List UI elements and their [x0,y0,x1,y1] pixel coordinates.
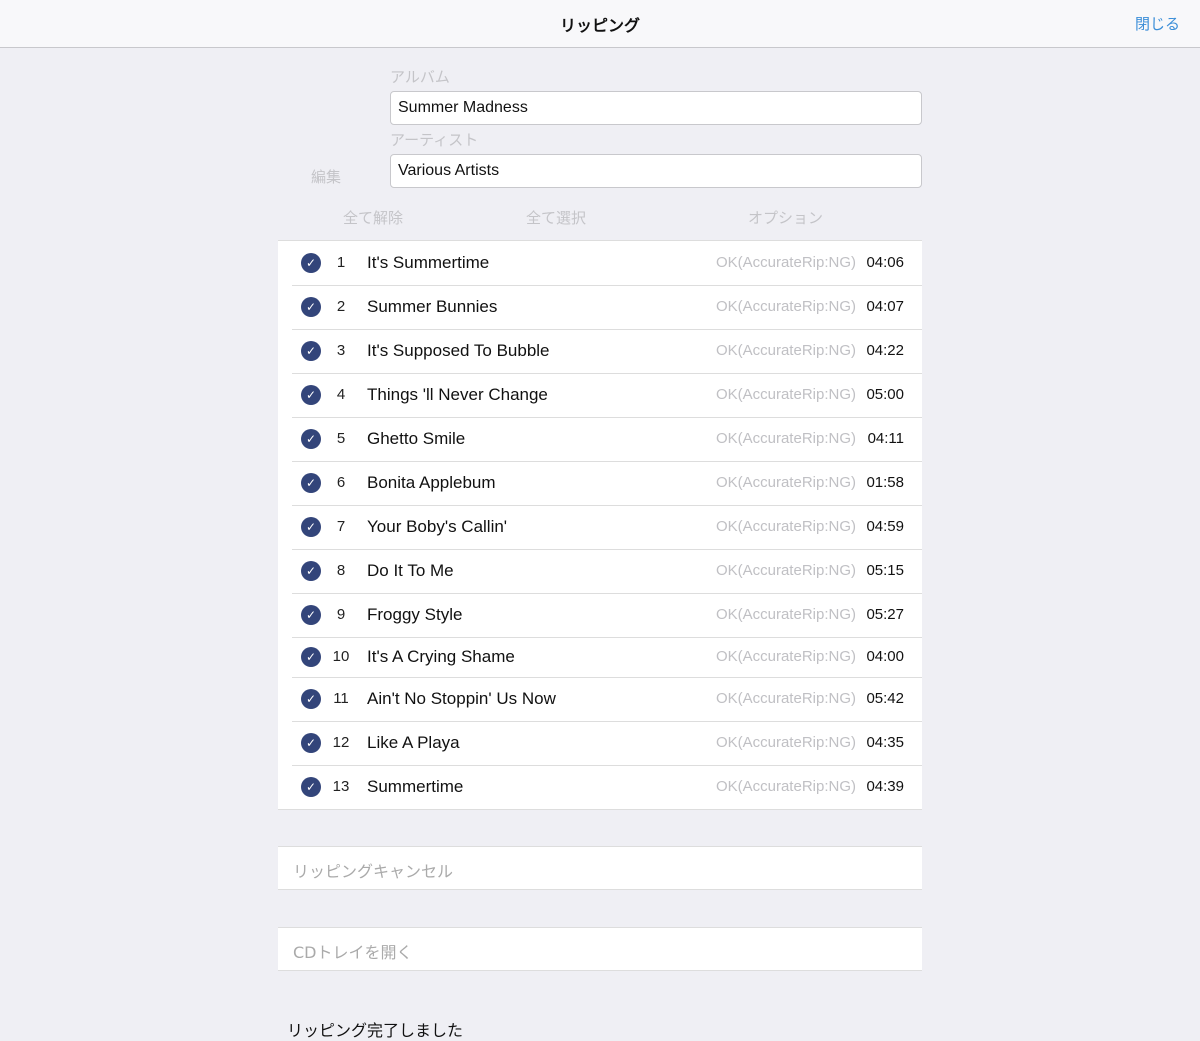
rip-status: OK(AccurateRip:NG) [715,342,856,359]
rip-status: OK(AccurateRip:NG) [715,474,856,491]
checkmark-icon[interactable]: ✓ [301,561,321,581]
track-number: 8 [336,562,346,579]
track-title: Bonita Applebum [367,473,496,492]
track-number: 1 [336,254,346,271]
track-number: 6 [336,474,346,491]
checkmark-icon[interactable]: ✓ [301,385,321,405]
track-title: Ghetto Smile [367,429,466,448]
track-duration: 04:59 [866,518,904,535]
track-number: 13 [332,778,350,795]
track-title: It's Supposed To Bubble [367,341,550,360]
track-row[interactable]: ✓ 4 Things 'll Never Change OK(AccurateR… [278,373,922,417]
track-title: Summer Bunnies [367,297,498,316]
rip-status: OK(AccurateRip:NG) [715,690,856,707]
album-label: アルバム [390,68,450,86]
track-row[interactable]: ✓ 7 Your Boby's Callin' OK(AccurateRip:N… [278,505,922,549]
select-all-button[interactable]: 全て選択 [526,207,586,228]
track-row[interactable]: ✓ 8 Do It To Me OK(AccurateRip:NG) 05:15 [278,549,922,593]
rip-status: OK(AccurateRip:NG) [715,518,856,535]
track-duration: 04:06 [866,254,904,271]
track-number: 11 [333,690,349,707]
navigation-bar: リッピング 閉じる [0,0,1200,48]
cancel-ripping-button[interactable]: リッピングキャンセル [278,846,922,890]
track-title: Do It To Me [367,561,454,580]
track-duration: 01:58 [866,474,904,491]
open-cd-tray-button[interactable]: CDトレイを開く [278,927,922,971]
track-title: Froggy Style [367,605,463,624]
track-title: Your Boby's Callin' [367,517,508,536]
track-duration: 05:00 [866,386,904,403]
rip-status: OK(AccurateRip:NG) [715,778,856,795]
track-row[interactable]: ✓ 5 Ghetto Smile OK(AccurateRip:NG) 04:1… [278,417,922,461]
album-field[interactable] [390,91,922,125]
track-title: Ain't No Stoppin' Us Now [367,689,556,708]
page-title: リッピング [559,16,640,35]
checkmark-icon[interactable]: ✓ [301,517,321,537]
checkmark-icon[interactable]: ✓ [301,733,321,753]
track-row[interactable]: ✓ 3 It's Supposed To Bubble OK(AccurateR… [278,329,922,373]
track-title: Summertime [367,777,464,796]
track-number: 4 [336,386,346,403]
checkmark-icon[interactable]: ✓ [301,605,321,625]
track-title: Things 'll Never Change [367,385,548,404]
track-number: 12 [332,734,350,751]
track-list: ✓ 1 It's Summertime OK(AccurateRip:NG) 0… [278,240,922,810]
close-button[interactable]: 閉じる [1135,13,1180,34]
checkmark-icon[interactable]: ✓ [301,647,321,667]
track-row[interactable]: ✓ 12 Like A Playa OK(AccurateRip:NG) 04:… [278,721,922,765]
track-duration: 05:27 [866,606,904,623]
track-duration: 04:11 [867,430,904,447]
track-number: 9 [336,606,346,623]
track-number: 2 [336,298,346,315]
rip-status: OK(AccurateRip:NG) [715,386,856,403]
checkmark-icon[interactable]: ✓ [301,689,321,709]
track-row[interactable]: ✓ 11 Ain't No Stoppin' Us Now OK(Accurat… [278,677,922,721]
track-row[interactable]: ✓ 2 Summer Bunnies OK(AccurateRip:NG) 04… [278,285,922,329]
track-duration: 04:22 [866,342,904,359]
artist-label: アーティスト [390,131,479,149]
track-row[interactable]: ✓ 10 It's A Crying Shame OK(AccurateRip:… [278,637,922,677]
rip-status: OK(AccurateRip:NG) [715,606,856,623]
track-number: 3 [336,342,346,359]
rip-status: OK(AccurateRip:NG) [715,562,856,579]
deselect-all-button[interactable]: 全て解除 [343,207,403,228]
checkmark-icon[interactable]: ✓ [301,253,321,273]
checkmark-icon[interactable]: ✓ [301,429,321,449]
track-title: It's A Crying Shame [367,647,515,666]
rip-status: OK(AccurateRip:NG) [715,254,856,271]
checkmark-icon[interactable]: ✓ [301,777,321,797]
checkmark-icon[interactable]: ✓ [301,341,321,361]
track-row[interactable]: ✓ 1 It's Summertime OK(AccurateRip:NG) 0… [278,241,922,285]
rip-status: OK(AccurateRip:NG) [715,430,856,447]
track-row[interactable]: ✓ 6 Bonita Applebum OK(AccurateRip:NG) 0… [278,461,922,505]
track-duration: 04:35 [866,734,904,751]
track-title: Like A Playa [367,733,460,752]
track-duration: 05:42 [866,690,904,707]
track-number: 7 [336,518,346,535]
rip-status: OK(AccurateRip:NG) [715,298,856,315]
status-message: リッピング完了しました [287,1021,464,1040]
track-duration: 04:39 [866,778,904,795]
track-duration: 05:15 [866,562,904,579]
track-number: 10 [332,648,350,665]
checkmark-icon[interactable]: ✓ [301,473,321,493]
rip-status: OK(AccurateRip:NG) [715,734,856,751]
track-duration: 04:00 [866,648,904,665]
edit-button[interactable]: 編集 [311,166,341,187]
checkmark-icon[interactable]: ✓ [301,297,321,317]
track-row[interactable]: ✓ 9 Froggy Style OK(AccurateRip:NG) 05:2… [278,593,922,637]
track-duration: 04:07 [866,298,904,315]
track-title: It's Summertime [367,253,490,272]
artist-field[interactable] [390,154,922,188]
track-row[interactable]: ✓ 13 Summertime OK(AccurateRip:NG) 04:39 [278,765,922,809]
rip-status: OK(AccurateRip:NG) [715,648,856,665]
track-number: 5 [336,430,346,447]
options-button[interactable]: オプション [748,207,823,228]
